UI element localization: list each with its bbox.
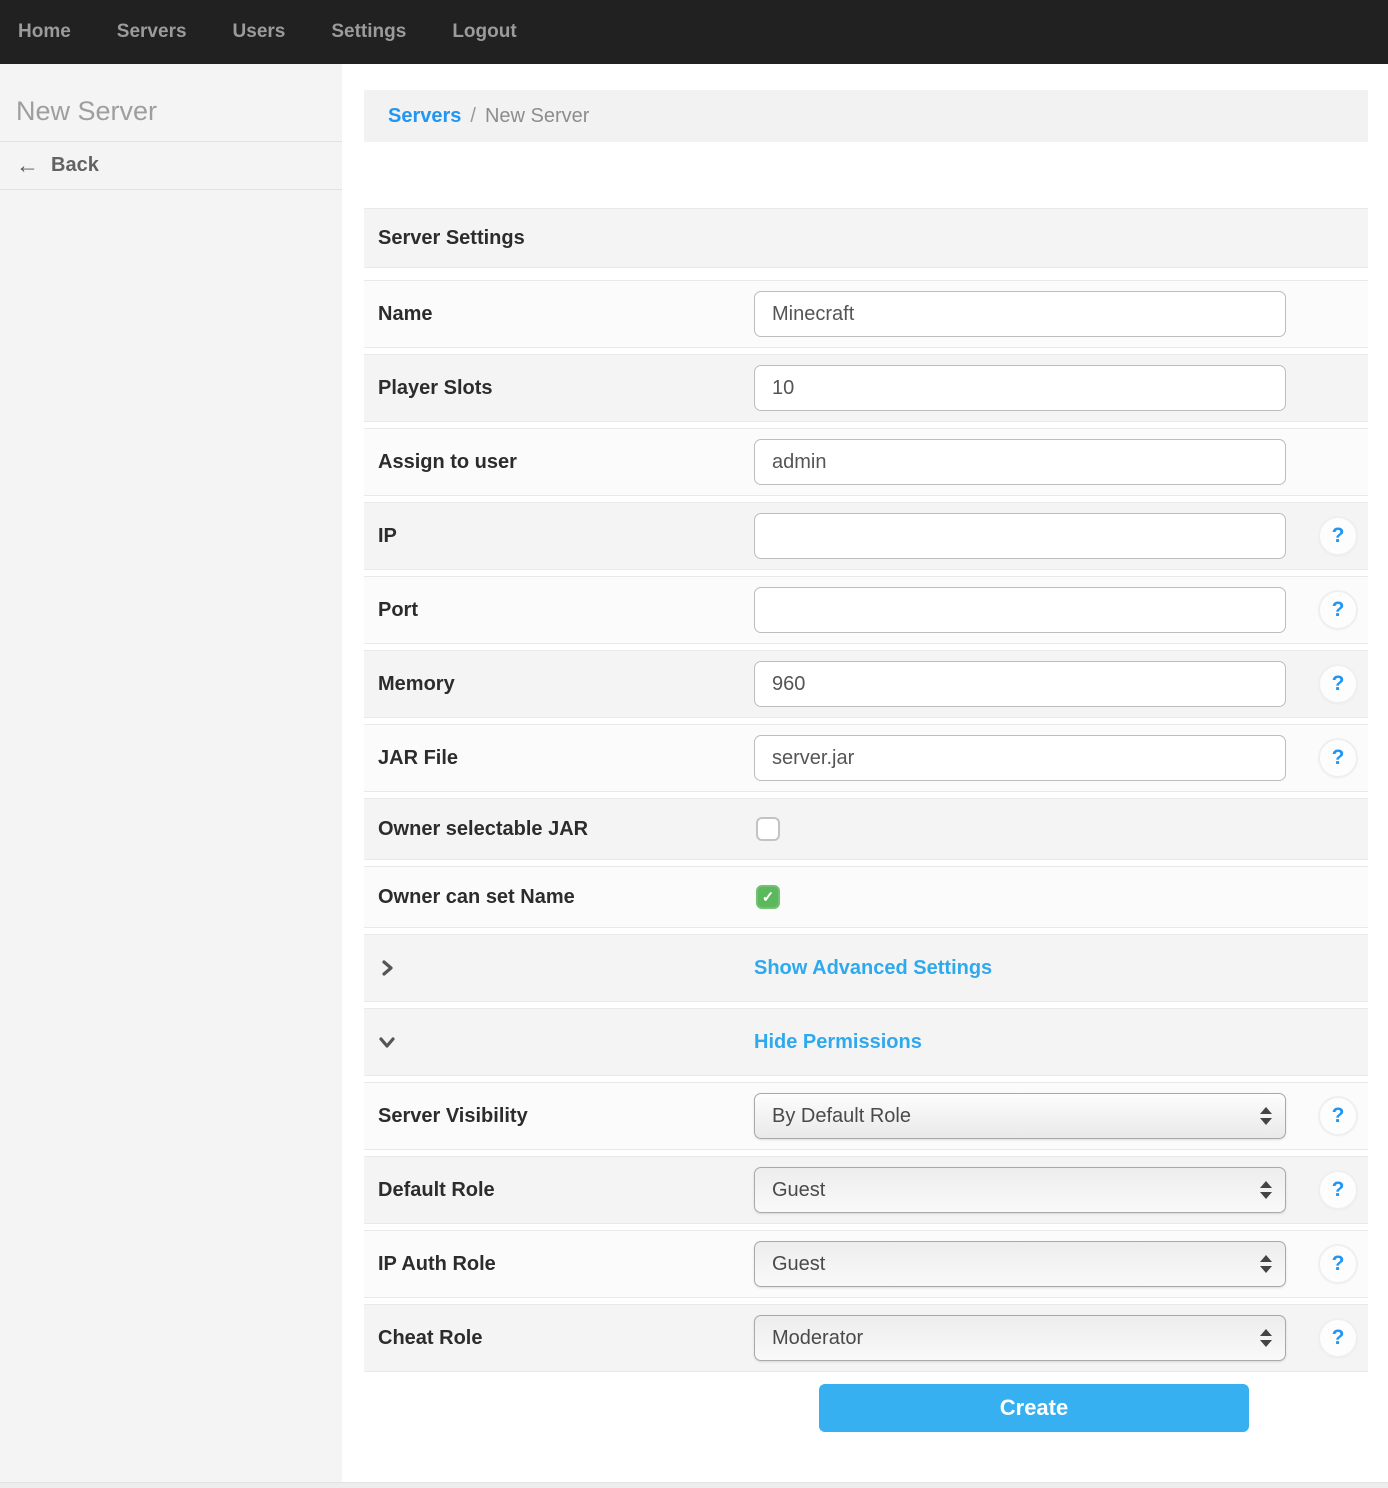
page-bottom-divider — [0, 1482, 1388, 1488]
chevron-down-icon[interactable] — [364, 1033, 754, 1051]
form-row-ip: IP ? — [364, 502, 1368, 570]
nav-item-users[interactable]: Users — [233, 21, 286, 43]
section-title: Server Settings — [364, 227, 754, 250]
name-label: Name — [364, 303, 754, 326]
cheat-role-value: Moderator — [772, 1327, 863, 1350]
default-role-select[interactable]: Guest — [754, 1167, 1286, 1213]
port-input[interactable] — [754, 587, 1286, 633]
server-settings-form: Server Settings Name Player Slots Assign… — [364, 208, 1368, 1432]
default-role-label: Default Role — [364, 1179, 754, 1202]
ip-label: IP — [364, 525, 754, 548]
port-help-icon[interactable]: ? — [1320, 592, 1356, 628]
breadcrumb-separator: / — [470, 105, 476, 128]
cheat-role-help-icon[interactable]: ? — [1320, 1320, 1356, 1356]
form-row-assign-user: Assign to user — [364, 428, 1368, 496]
port-label: Port — [364, 599, 754, 622]
owner-selectable-jar-label: Owner selectable JAR — [364, 818, 754, 841]
memory-label: Memory — [364, 673, 754, 696]
jar-file-help-icon[interactable]: ? — [1320, 740, 1356, 776]
jar-file-label: JAR File — [364, 747, 754, 770]
show-advanced-settings-link[interactable]: Show Advanced Settings — [754, 957, 992, 980]
form-row-owner-selectable-jar: Owner selectable JAR — [364, 798, 1368, 860]
form-row-cheat-role: Cheat Role Moderator ? — [364, 1304, 1368, 1372]
form-row-player-slots: Player Slots — [364, 354, 1368, 422]
ip-input[interactable] — [754, 513, 1286, 559]
cheat-role-select[interactable]: Moderator — [754, 1315, 1286, 1361]
server-visibility-help-icon[interactable]: ? — [1320, 1098, 1356, 1134]
player-slots-label: Player Slots — [364, 377, 754, 400]
server-visibility-select[interactable]: By Default Role — [754, 1093, 1286, 1139]
top-navbar: Home Servers Users Settings Logout — [0, 0, 1388, 64]
page-title: New Server — [0, 64, 342, 142]
main-content: Servers / New Server Server Settings Nam… — [342, 64, 1388, 1482]
server-visibility-value: By Default Role — [772, 1105, 911, 1128]
select-arrows-icon — [1260, 1181, 1272, 1199]
form-row-ip-auth-role: IP Auth Role Guest ? — [364, 1230, 1368, 1298]
owner-can-set-name-checkbox[interactable]: ✓ — [756, 885, 780, 909]
form-row-name: Name — [364, 280, 1368, 348]
sidebar: New Server ← Back — [0, 64, 342, 1482]
form-row-show-advanced: Show Advanced Settings — [364, 934, 1368, 1002]
ip-auth-role-select[interactable]: Guest — [754, 1241, 1286, 1287]
form-row-hide-permissions: Hide Permissions — [364, 1008, 1368, 1076]
breadcrumb: Servers / New Server — [364, 90, 1368, 142]
ip-auth-role-value: Guest — [772, 1253, 825, 1276]
jar-file-input[interactable] — [754, 735, 1286, 781]
form-row-memory: Memory ? — [364, 650, 1368, 718]
nav-item-logout[interactable]: Logout — [452, 21, 516, 43]
owner-selectable-jar-checkbox[interactable] — [756, 817, 780, 841]
form-row-jar-file: JAR File ? — [364, 724, 1368, 792]
ip-help-icon[interactable]: ? — [1320, 518, 1356, 554]
create-row: Create — [364, 1384, 1368, 1432]
assign-user-label: Assign to user — [364, 451, 754, 474]
ip-auth-role-label: IP Auth Role — [364, 1253, 754, 1276]
form-row-default-role: Default Role Guest ? — [364, 1156, 1368, 1224]
default-role-help-icon[interactable]: ? — [1320, 1172, 1356, 1208]
server-visibility-label: Server Visibility — [364, 1105, 754, 1128]
select-arrows-icon — [1260, 1255, 1272, 1273]
breadcrumb-current: New Server — [485, 105, 589, 128]
chevron-right-icon[interactable] — [364, 959, 754, 977]
memory-help-icon[interactable]: ? — [1320, 666, 1356, 702]
player-slots-input[interactable] — [754, 365, 1286, 411]
nav-item-servers[interactable]: Servers — [117, 21, 187, 43]
form-row-port: Port ? — [364, 576, 1368, 644]
back-label: Back — [51, 154, 99, 177]
assign-user-input[interactable] — [754, 439, 1286, 485]
hide-permissions-link[interactable]: Hide Permissions — [754, 1031, 922, 1054]
nav-item-settings[interactable]: Settings — [331, 21, 406, 43]
memory-input[interactable] — [754, 661, 1286, 707]
select-arrows-icon — [1260, 1107, 1272, 1125]
create-button[interactable]: Create — [819, 1384, 1249, 1432]
ip-auth-role-help-icon[interactable]: ? — [1320, 1246, 1356, 1282]
form-row-owner-can-set-name: Owner can set Name ✓ — [364, 866, 1368, 928]
owner-can-set-name-label: Owner can set Name — [364, 886, 754, 909]
default-role-value: Guest — [772, 1179, 825, 1202]
cheat-role-label: Cheat Role — [364, 1327, 754, 1350]
form-row-section-header: Server Settings — [364, 208, 1368, 268]
select-arrows-icon — [1260, 1329, 1272, 1347]
breadcrumb-link-servers[interactable]: Servers — [388, 105, 461, 128]
form-row-server-visibility: Server Visibility By Default Role ? — [364, 1082, 1368, 1150]
back-button[interactable]: ← Back — [0, 142, 342, 190]
back-arrow-icon: ← — [16, 154, 39, 177]
nav-item-home[interactable]: Home — [18, 21, 71, 43]
name-input[interactable] — [754, 291, 1286, 337]
